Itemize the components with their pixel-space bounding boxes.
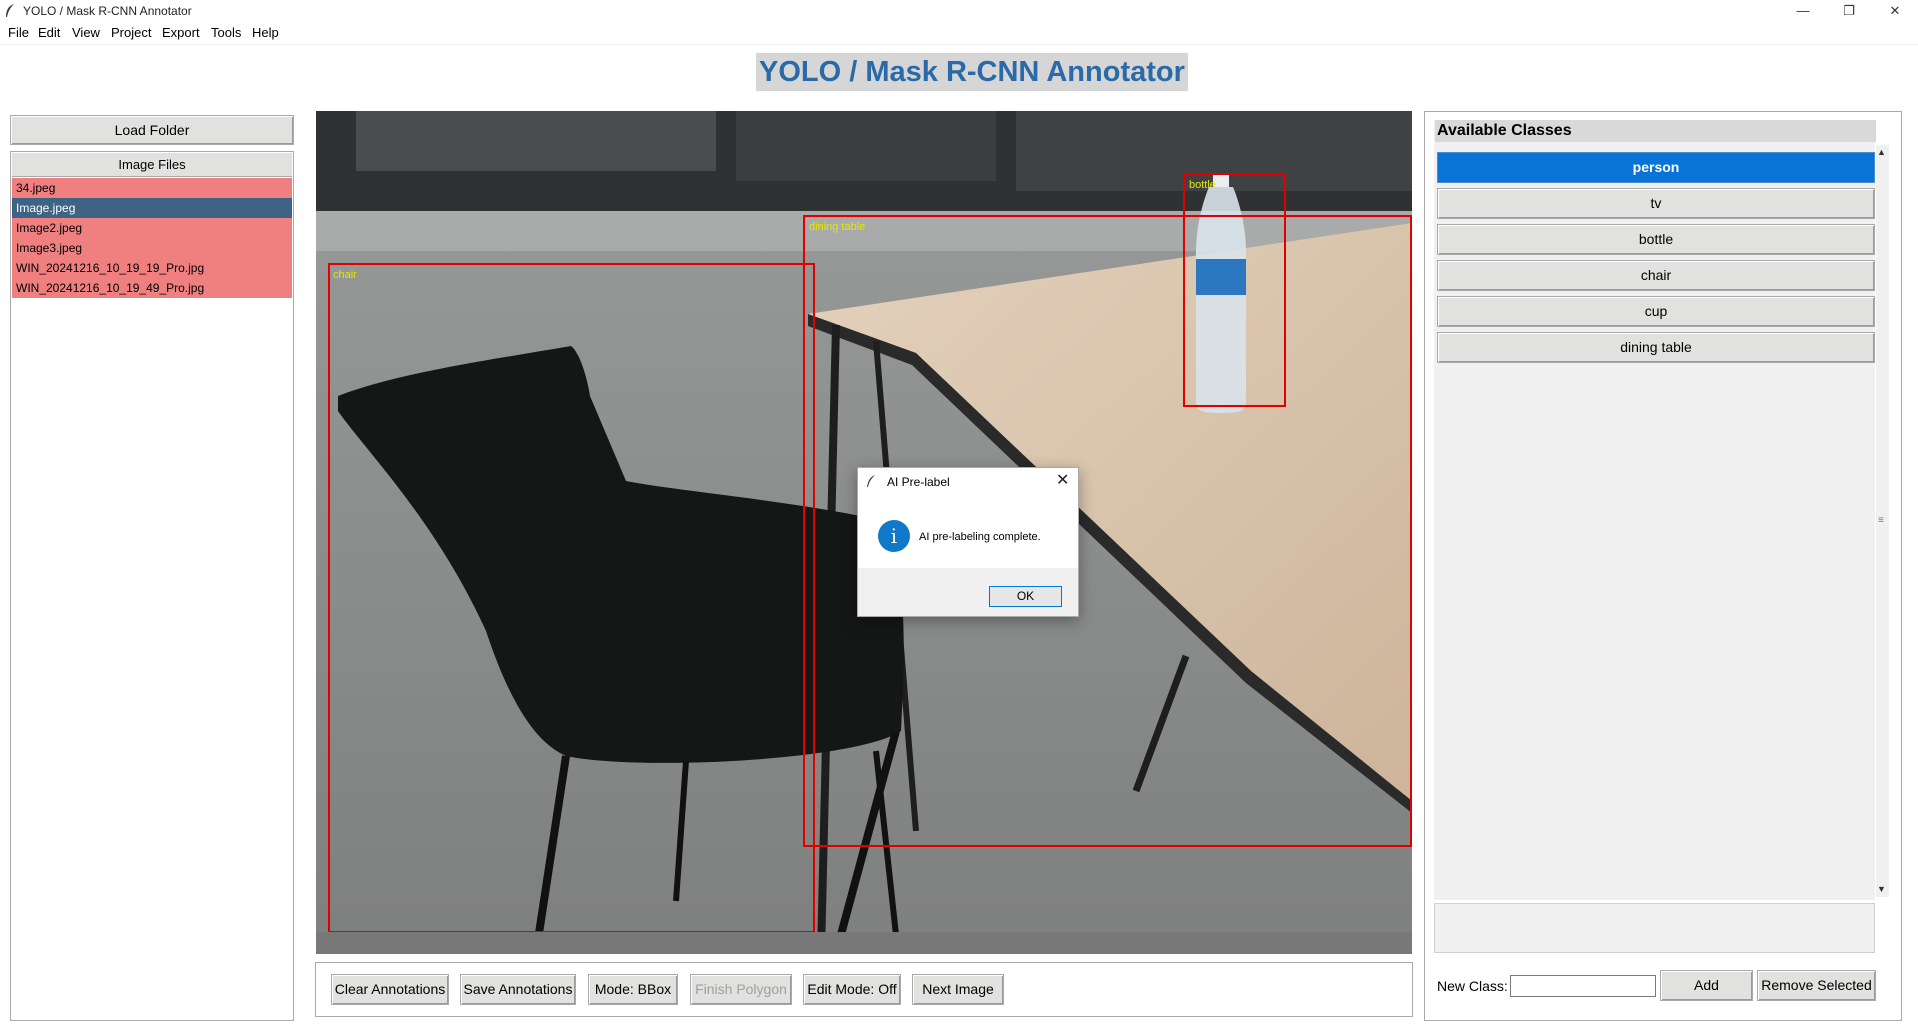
annotation-box-bottle[interactable] [1183,173,1286,407]
feather-icon [867,475,875,487]
class-button-person[interactable]: person [1437,152,1875,183]
window-titlebar: YOLO / Mask R-CNN Annotator — ❐ ✕ [0,0,1918,22]
edit-mode-button[interactable]: Edit Mode: Off [803,974,901,1005]
file-list: 34.jpeg Image.jpeg Image2.jpeg Image3.jp… [12,178,292,298]
classes-title: Available Classes [1435,120,1876,142]
annotation-label-bottle: bottle [1189,179,1216,191]
file-list-item[interactable]: WIN_20241216_10_19_19_Pro.jpg [12,258,292,278]
annotation-box-chair[interactable] [328,263,815,933]
add-class-button[interactable]: Add [1660,970,1753,1001]
class-button-cup[interactable]: cup [1437,296,1875,327]
scroll-up-arrow-icon[interactable]: ▲ [1877,147,1886,157]
load-folder-button[interactable]: Load Folder [10,115,294,145]
class-button-chair[interactable]: chair [1437,260,1875,291]
info-icon: i [878,520,910,552]
menu-export[interactable]: Export [162,25,200,40]
annotation-label-chair: chair [333,269,357,281]
dialog-title: AI Pre-label [887,475,950,489]
dialog-message: AI pre-labeling complete. [919,531,1041,543]
canvas-scroll-strip [316,932,1412,954]
feather-icon [6,4,14,17]
menu-view[interactable]: View [72,25,100,40]
file-list-item[interactable]: 34.jpeg [12,178,292,198]
file-list-item[interactable]: Image2.jpeg [12,218,292,238]
new-class-input[interactable] [1510,975,1656,997]
next-image-button[interactable]: Next Image [912,974,1004,1005]
class-button-bottle[interactable]: bottle [1437,224,1875,255]
minimize-icon[interactable]: — [1780,0,1826,22]
clear-annotations-button[interactable]: Clear Annotations [331,974,449,1005]
file-list-item[interactable]: Image3.jpeg [12,238,292,258]
menu-file[interactable]: File [8,25,29,40]
menu-project[interactable]: Project [111,25,151,40]
dialog-ok-button[interactable]: OK [989,586,1062,607]
app-heading: YOLO / Mask R-CNN Annotator [756,53,1188,91]
close-icon[interactable]: ✕ [1872,0,1918,22]
mode-toggle-button[interactable]: Mode: BBox [588,974,678,1005]
remove-selected-button[interactable]: Remove Selected [1757,970,1876,1001]
class-info-box [1434,903,1875,953]
file-list-header: Image Files [12,153,292,177]
window-title: YOLO / Mask R-CNN Annotator [23,4,192,18]
scroll-down-arrow-icon[interactable]: ▼ [1877,884,1886,894]
new-class-label: New Class: [1437,978,1508,994]
file-list-item[interactable]: WIN_20241216_10_19_49_Pro.jpg [12,278,292,298]
finish-polygon-button: Finish Polygon [690,974,792,1005]
annotation-label-dining-table: dining table [809,221,866,233]
restore-icon[interactable]: ❐ [1826,0,1872,22]
menu-help[interactable]: Help [252,25,279,40]
menu-edit[interactable]: Edit [38,25,60,40]
class-button-dining-table[interactable]: dining table [1437,332,1875,363]
dialog-close-icon[interactable]: ✕ [1056,470,1069,490]
scroll-grip-icon[interactable]: ≡ [1878,515,1884,526]
menu-tools[interactable]: Tools [211,25,241,40]
file-list-item-selected[interactable]: Image.jpeg [12,198,292,218]
class-button-tv[interactable]: tv [1437,188,1875,219]
save-annotations-button[interactable]: Save Annotations [460,974,576,1005]
menu-bar: File Edit View Project Export Tools Help [0,22,1918,45]
